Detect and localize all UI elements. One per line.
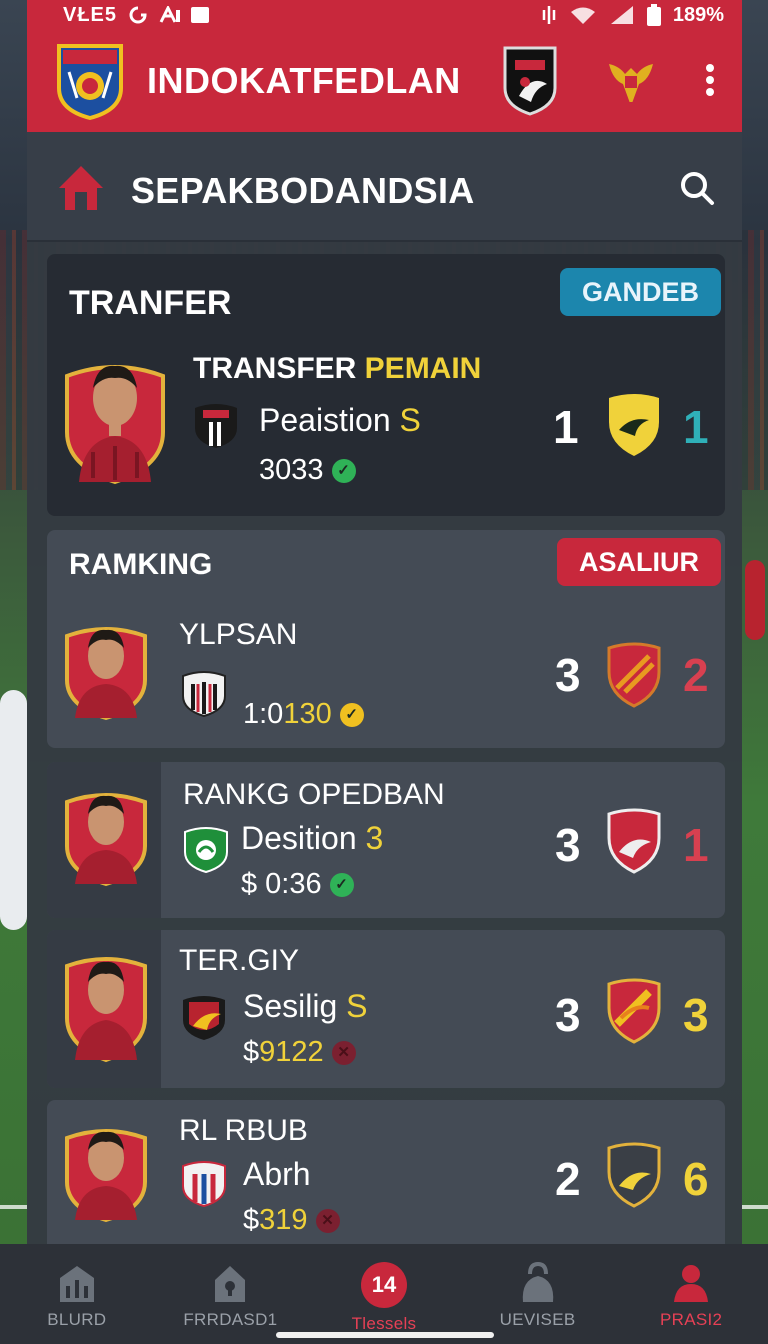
player-name: YLPSAN xyxy=(179,618,298,651)
profile-icon xyxy=(674,1265,709,1302)
score-away: 3 xyxy=(683,989,709,1041)
score-home: 3 xyxy=(555,819,581,871)
ranking-section-title: RAMKING xyxy=(69,548,213,581)
content-panel: TRANFER GANDEB TRANSFER PEMAIN Peaistion… xyxy=(27,242,742,1244)
nav-label: UEVISEB xyxy=(499,1310,576,1329)
club-icon xyxy=(182,671,226,718)
transfer-fee: $ 9122 ✕ xyxy=(243,1036,356,1069)
nav-item-tlessels[interactable]: 14 Tlessels xyxy=(307,1244,461,1344)
ranking-tag-button[interactable]: ASALIUR xyxy=(557,538,721,586)
team-shield-icon xyxy=(607,808,661,874)
team-shield-icon xyxy=(607,1142,661,1208)
nav-item-frrdasd1[interactable]: FRRDASD1 xyxy=(154,1244,308,1344)
bottom-navigation: BLURD FRRDASD1 14 Tlessels UEVISEB PRASI… xyxy=(0,1244,768,1344)
club-icon xyxy=(184,827,228,874)
home-icon[interactable] xyxy=(55,162,107,214)
transfer-featured-card[interactable]: TRANFER GANDEB TRANSFER PEMAIN Peaistion… xyxy=(47,254,725,516)
stadium-icon xyxy=(59,1266,94,1302)
battery-icon xyxy=(646,4,661,26)
featured-tag-button[interactable]: GANDEB xyxy=(559,268,721,316)
nav-item-blurd[interactable]: BLURD xyxy=(0,1244,154,1344)
score-home: 2 xyxy=(555,1153,581,1205)
fee-status-icon: ✓ xyxy=(331,458,356,483)
player-avatar xyxy=(65,957,147,1063)
player-position: Sesilig S xyxy=(243,988,368,1024)
player-position: Desition 3 xyxy=(241,820,384,856)
ranking-card[interactable]: TER.GIY Sesilig S $ 9122 ✕ 3 3 xyxy=(47,930,725,1088)
federation-crest-logo[interactable] xyxy=(55,42,125,120)
status-carrier-text: VŁE5 xyxy=(63,3,118,26)
club-icon xyxy=(182,1161,226,1208)
fee-status-icon: ✕ xyxy=(315,1208,340,1233)
signal-a-icon xyxy=(159,6,181,23)
garuda-emblem-icon[interactable] xyxy=(605,44,657,114)
background-player xyxy=(745,560,765,640)
player-position: Peaistion S xyxy=(259,402,421,438)
nav-label: BLURD xyxy=(47,1310,107,1329)
score-away: 1 xyxy=(683,819,709,871)
pitch-line xyxy=(742,1205,768,1209)
fee-status-icon: ✓ xyxy=(329,872,354,897)
battery-percent: 189% xyxy=(672,3,724,26)
transfer-section-title: TRANFER xyxy=(69,284,232,322)
sync-icon xyxy=(129,6,147,24)
club-badge-icon[interactable] xyxy=(501,44,559,116)
transfer-fee: $ 0:36 ✓ xyxy=(241,868,354,901)
team-shield-icon xyxy=(607,642,661,708)
section-title: SEPAKBODANDSIA xyxy=(131,170,475,211)
pitch-line xyxy=(0,1205,27,1209)
search-icon[interactable] xyxy=(679,170,715,206)
more-options-icon[interactable] xyxy=(699,60,721,100)
transfer-fee: 1:0 130 ✓ xyxy=(243,698,364,731)
notification-badge: 14 xyxy=(360,1262,407,1308)
nav-item-prasi2[interactable]: PRASI2 xyxy=(614,1244,768,1344)
fee-status-icon: ✓ xyxy=(339,702,364,727)
nav-label: PRASI2 xyxy=(660,1310,723,1329)
wifi-icon xyxy=(570,7,595,24)
fee-status-icon: ✕ xyxy=(331,1040,356,1065)
score-home: 3 xyxy=(555,649,581,701)
score-away: 2 xyxy=(683,649,709,701)
ranking-card[interactable]: RANKG OPEDBAN Desition 3 $ 0:36 ✓ 3 1 xyxy=(47,762,725,918)
player-name: RL RBUB xyxy=(179,1114,308,1147)
club-icon xyxy=(195,404,237,448)
lock-icon xyxy=(215,1266,246,1302)
cell-signal-icon xyxy=(610,6,633,24)
player-name: TRANSFER PEMAIN xyxy=(193,352,482,385)
ranking-card[interactable]: RAMKING ASALIUR YLPSAN 1:0 130 ✓ 3 2 xyxy=(47,530,725,748)
score-away: 6 xyxy=(683,1153,709,1205)
player-name: TER.GIY xyxy=(179,944,300,977)
vibrate-icon xyxy=(542,6,556,24)
kettlebell-icon xyxy=(522,1262,553,1302)
nav-label: FRRDASD1 xyxy=(183,1310,278,1329)
app-title: INDOKATFEDLAN xyxy=(147,60,461,101)
player-avatar xyxy=(65,793,147,887)
player-avatar xyxy=(65,627,147,721)
score-away: 1 xyxy=(683,401,709,453)
status-bar: VŁE5 189% xyxy=(27,0,742,30)
section-header: SEPAKBODANDSIA xyxy=(27,132,742,242)
app-window: VŁE5 189% INDOKATFEDLAN SEPAKBODANDSIA T… xyxy=(27,0,742,1344)
score-home: 3 xyxy=(555,989,581,1041)
score-home: 1 xyxy=(553,401,579,453)
player-avatar xyxy=(65,1129,147,1223)
background-player xyxy=(0,690,27,930)
player-name: RANKG OPEDBAN xyxy=(183,778,445,811)
nav-label: Tlessels xyxy=(351,1314,417,1333)
ranking-card[interactable]: RL RBUB Abrh $ 319 ✕ 2 6 xyxy=(47,1100,725,1244)
club-icon xyxy=(183,996,225,1040)
home-indicator[interactable] xyxy=(276,1332,494,1338)
player-avatar xyxy=(65,365,165,485)
team-shield-icon xyxy=(607,978,661,1044)
transfer-fee: $ 319 ✕ xyxy=(243,1204,340,1237)
team-shield-icon xyxy=(609,394,659,456)
nav-item-uevisb[interactable]: UEVISEB xyxy=(461,1244,615,1344)
app-header: INDOKATFEDLAN xyxy=(27,30,742,132)
player-position: Abrh xyxy=(243,1156,311,1192)
transfer-fee: 3033 ✓ xyxy=(259,454,356,487)
notification-box-icon xyxy=(191,7,210,23)
